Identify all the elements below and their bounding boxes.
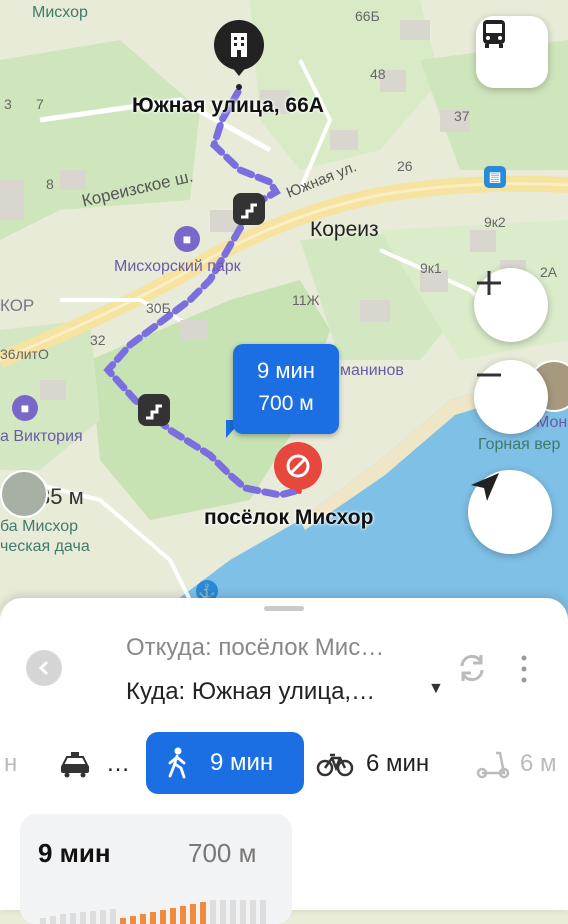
transit-button[interactable] — [476, 16, 548, 88]
start-pin[interactable] — [214, 20, 264, 70]
building-icon — [231, 33, 247, 57]
map-label-gornaya: Горная вер — [478, 436, 561, 453]
map-label-kor: КОР — [0, 296, 35, 315]
mode-walk-label: 9 мин — [210, 749, 274, 776]
photo-thumbnail[interactable] — [0, 470, 48, 518]
map-label-36lito: 36литО — [0, 346, 49, 362]
walk-icon — [168, 747, 186, 779]
hotel-icon[interactable]: ■ — [12, 395, 38, 421]
locate-button[interactable] — [468, 470, 552, 554]
chevron-left-icon — [38, 660, 49, 676]
end-pin[interactable] — [274, 442, 322, 490]
mode-bicycle-label: 6 мин — [366, 750, 430, 777]
mode-taxi[interactable]: … — [58, 744, 130, 784]
bubble-distance: 700 м — [258, 392, 314, 415]
bicycle-icon — [316, 753, 354, 777]
swap-button[interactable] — [454, 650, 490, 686]
zoom-out-button[interactable] — [474, 360, 548, 434]
map-label-8: 8 — [46, 176, 54, 192]
map-view[interactable]: Мисхор 66Б 3 7 48 37 8 26 Кореизское ш. … — [0, 0, 568, 620]
stairs-icon — [233, 193, 265, 225]
sheet-handle[interactable] — [264, 606, 304, 611]
end-dot — [296, 488, 302, 494]
mode-walk[interactable]: 9 мин — [146, 732, 304, 794]
scooter-icon — [476, 751, 510, 779]
swap-icon — [460, 654, 484, 682]
from-field[interactable]: Откуда: посёлок Мис… — [126, 634, 384, 662]
start-pin-tail — [231, 66, 247, 76]
map-label-37: 37 — [454, 108, 470, 124]
mode-scooter[interactable]: 6 м — [476, 744, 557, 784]
mode-bicycle[interactable]: 6 мин — [316, 744, 429, 784]
elevation-profile — [40, 900, 266, 924]
route-option-card[interactable]: 9 мин 700 м — [20, 814, 292, 924]
map-label-32: 32 — [90, 332, 106, 348]
mode-scooter-label: 6 м — [520, 750, 557, 777]
poi-label-rakhmaninov: манинов — [340, 362, 404, 379]
map-label-9k2: 9к2 — [484, 214, 506, 230]
zoom-in-button[interactable] — [474, 268, 548, 342]
mode-car-label: н — [4, 750, 18, 777]
back-button[interactable] — [26, 650, 62, 686]
card-time: 9 мин — [38, 838, 111, 868]
card-distance: 700 м — [188, 838, 257, 868]
map-label-koreiz: Кореиз — [310, 218, 379, 241]
bus-stop-icon[interactable]: ▤ — [484, 166, 506, 188]
stairs-icon — [138, 394, 170, 426]
to-field[interactable]: Куда: Южная улица,… — [126, 678, 375, 706]
to-dropdown-icon[interactable]: ▼ — [428, 680, 444, 698]
more-vertical-icon — [521, 655, 527, 683]
navigation-arrow-icon — [471, 473, 499, 501]
route-sheet[interactable]: Откуда: посёлок Мис… Куда: Южная улица,…… — [0, 598, 568, 924]
plus-icon — [477, 271, 501, 295]
map-label-66b: 66Б — [355, 8, 380, 24]
start-label: Южная улица, 66А — [132, 94, 324, 117]
bubble-time: 9 мин — [257, 358, 315, 383]
map-label-7: 7 — [36, 96, 44, 112]
map-label-3: 3 — [4, 96, 12, 112]
map-label-dacha: ческая дача — [0, 538, 90, 555]
map-label-2a: 2А — [540, 264, 558, 280]
map-label-mishor: Мисхор — [32, 4, 88, 21]
bus-icon — [483, 20, 505, 48]
no-entry-icon — [286, 454, 310, 478]
taxi-icon — [61, 752, 89, 778]
map-label-11zh: 11Ж — [292, 292, 320, 308]
start-dot — [236, 84, 242, 90]
mode-taxi-label: … — [106, 750, 130, 777]
end-label: посёлок Мисхор — [204, 506, 374, 529]
map-label-mishor-b: ба Мисхор — [0, 518, 79, 535]
hotel-icon[interactable]: ■ — [174, 226, 200, 252]
mode-car[interactable]: н — [4, 744, 17, 784]
minus-icon — [477, 373, 501, 377]
map-label-48: 48 — [370, 66, 386, 82]
more-menu-button[interactable] — [516, 652, 532, 686]
map-label-9k1: 9к1 — [420, 260, 442, 276]
map-label-30b: 30Б — [146, 300, 171, 316]
poi-label-mishor-park: Мисхорский парк — [114, 258, 241, 275]
route-bubble[interactable]: 9 мин 700 м — [233, 344, 339, 434]
map-label-26: 26 — [397, 158, 413, 174]
poi-label-viktoria: а Виктория — [0, 428, 83, 445]
